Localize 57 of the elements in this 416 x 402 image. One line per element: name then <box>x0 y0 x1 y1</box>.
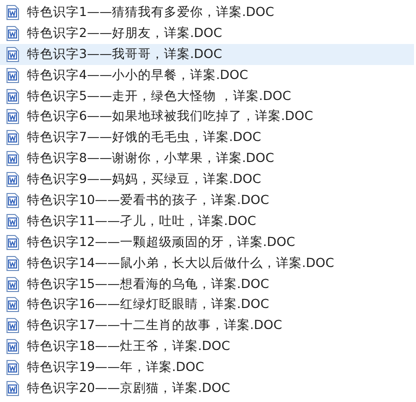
file-item[interactable]: 特色识字18——灶王爷，详案.DOC <box>0 336 414 358</box>
file-name: 特色识字3——我哥哥，详案.DOC <box>27 46 222 63</box>
file-item[interactable]: 特色识字9——妈妈，买绿豆，详案.DOC <box>0 169 414 190</box>
file-name: 特色识字1——猜猜我有多爱你，详案.DOC <box>27 4 274 21</box>
word-document-icon <box>6 380 19 396</box>
file-name: 特色识字9——妈妈，买绿豆，详案.DOC <box>27 171 262 188</box>
file-name: 特色识字20——京剧猫，详案.DOC <box>27 380 230 397</box>
file-name: 特色识字7——好饿的毛毛虫，详案.DOC <box>27 129 262 146</box>
file-item[interactable]: 特色识字16——红绿灯眨眼睛，详案.DOC <box>0 294 414 316</box>
word-document-icon <box>6 172 19 188</box>
file-name: 特色识字10——爱看书的孩子，详案.DOC <box>27 192 270 209</box>
file-item[interactable]: 特色识字6——如果地球被我们吃掉了，详案.DOC <box>0 106 414 128</box>
file-item[interactable]: 特色识字1——猜猜我有多爱你，详案.DOC <box>0 2 414 23</box>
file-name: 特色识字17——十二生肖的故事，详案.DOC <box>27 317 282 334</box>
word-document-icon <box>6 109 19 124</box>
word-document-icon <box>6 151 19 166</box>
file-item[interactable]: 特色识字20——京剧猫，详案.DOC <box>0 378 414 399</box>
file-item[interactable]: 特色识字15——想看海的乌龟，详案.DOC <box>0 274 414 294</box>
word-document-icon <box>6 192 19 208</box>
word-document-icon <box>6 318 19 334</box>
word-document-icon <box>6 88 19 104</box>
file-item[interactable]: 特色识字10——爱看书的孩子，详案.DOC <box>0 190 414 211</box>
file-item[interactable]: 特色识字2——好朋友，详案.DOC <box>0 22 414 44</box>
file-item[interactable]: 特色识字12——一颗超级顽固的牙，详案.DOC <box>0 232 414 253</box>
word-document-icon <box>6 360 19 376</box>
file-item[interactable]: 特色识字17——十二生肖的故事，详案.DOC <box>0 315 414 336</box>
file-item[interactable]: 特色识字7——好饿的毛毛虫，详案.DOC <box>0 127 414 148</box>
word-document-icon <box>6 214 19 229</box>
file-item[interactable]: 特色识字11——孑儿，吐吐，详案.DOC <box>0 210 414 232</box>
word-document-icon <box>6 46 19 62</box>
word-document-icon <box>6 339 19 354</box>
file-item[interactable]: 特色识字14——鼠小弟，长大以后做什么，详案.DOC <box>0 252 414 274</box>
file-item[interactable]: 特色识字5——走开，绿色大怪物 ，详案.DOC <box>0 86 414 106</box>
word-document-icon <box>6 234 19 250</box>
file-name: 特色识字2——好朋友，详案.DOC <box>27 24 222 42</box>
file-name: 特色识字16——红绿灯眨眼睛，详案.DOC <box>27 296 270 314</box>
file-name: 特色识字15——想看海的乌龟，详案.DOC <box>27 276 270 293</box>
file-name: 特色识字12——一颗超级顽固的牙，详案.DOC <box>27 234 296 251</box>
file-name: 特色识字6——如果地球被我们吃掉了，详案.DOC <box>27 108 314 126</box>
file-name: 特色识字18——灶王爷，详案.DOC <box>27 338 230 356</box>
word-document-icon <box>6 4 19 20</box>
word-document-icon <box>6 130 19 146</box>
file-item[interactable]: 特色识字3——我哥哥，详案.DOC <box>0 44 414 65</box>
file-name: 特色识字5——走开，绿色大怪物 ，详案.DOC <box>27 88 292 104</box>
file-item[interactable]: 特色识字19——年，详案.DOC <box>0 357 414 378</box>
file-name: 特色识字19——年，详案.DOC <box>27 359 204 376</box>
word-document-icon <box>6 256 19 271</box>
file-item[interactable]: 特色识字8——谢谢你，小苹果，详案.DOC <box>0 148 414 170</box>
file-name: 特色识字11——孑儿，吐吐，详案.DOC <box>27 212 256 230</box>
word-document-icon <box>6 68 19 83</box>
word-document-icon <box>6 276 19 292</box>
file-item[interactable]: 特色识字4——小小的早餐，详案.DOC <box>0 64 414 86</box>
file-name: 特色识字14——鼠小弟，长大以后做什么，详案.DOC <box>27 254 334 272</box>
file-name: 特色识字8——谢谢你，小苹果，详案.DOC <box>27 150 274 168</box>
word-document-icon <box>6 297 19 312</box>
file-name: 特色识字4——小小的早餐，详案.DOC <box>27 66 248 84</box>
word-document-icon <box>6 26 19 41</box>
